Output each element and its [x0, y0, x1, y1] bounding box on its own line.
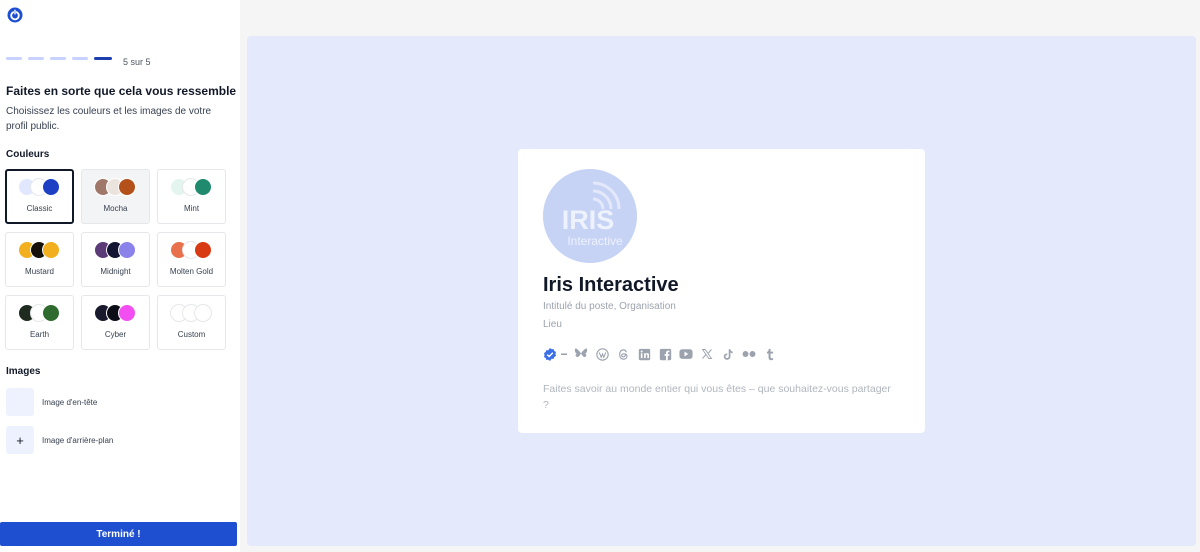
header-image-thumb[interactable] [6, 388, 34, 416]
theme-grid: Classic Mocha Mint Mustard Midnight Molten Go… [5, 169, 226, 350]
verified-dash: – [561, 348, 568, 360]
progress-steps [6, 57, 112, 60]
done-button[interactable]: Terminé ! [0, 522, 237, 546]
color-swatches [17, 241, 62, 259]
bluesky-icon[interactable] [574, 347, 588, 361]
profile-bio: Faites savoir au monde entier qui vous ê… [543, 383, 891, 411]
theme-option-classic[interactable]: Classic [5, 169, 74, 224]
profile-card: IRIS Interactive Iris Interactive Intitu… [518, 149, 925, 433]
theme-label: Cyber [104, 330, 127, 339]
theme-option-cyber[interactable]: Cyber [81, 295, 150, 350]
profile-location: Lieu [543, 319, 562, 330]
color-swatch [117, 241, 136, 259]
theme-option-earth[interactable]: Earth [5, 295, 74, 350]
color-swatches [93, 241, 138, 259]
tiktok-icon[interactable] [721, 347, 735, 361]
x-icon[interactable] [700, 347, 714, 361]
theme-option-mint[interactable]: Mint [157, 169, 226, 224]
color-swatches [93, 304, 138, 322]
theme-option-molten-gold[interactable]: Molten Gold [157, 232, 226, 287]
avatar-logo-text: IRIS [562, 205, 615, 235]
color-swatches [169, 178, 214, 196]
wordpress-icon[interactable] [595, 347, 609, 361]
theme-label: Mint [183, 204, 200, 213]
plus-icon: + [16, 432, 24, 448]
color-swatches [17, 304, 62, 322]
color-swatch [193, 178, 212, 196]
linkedin-icon[interactable] [637, 347, 651, 361]
avatar-logo-subtext: Interactive [567, 234, 623, 248]
verified-badge-icon[interactable] [543, 347, 557, 361]
power-logo-icon [6, 6, 24, 24]
app-root: 5 sur 5 Faites en sorte que cela vous re… [0, 0, 1200, 552]
header-image-option[interactable]: Image d'en-tête [6, 388, 97, 416]
theme-label: Molten Gold [169, 267, 214, 276]
progress-step [72, 57, 88, 60]
theme-label: Mocha [103, 204, 128, 213]
progress-step-current [94, 57, 112, 60]
profile-name: Iris Interactive [543, 274, 679, 296]
facebook-icon[interactable] [658, 347, 672, 361]
theme-label: Earth [29, 330, 50, 339]
theme-label: Classic [26, 204, 53, 213]
header-image-label: Image d'en-tête [42, 397, 98, 407]
page-title: Faites en sorte que cela vous ressemble [6, 84, 237, 98]
theme-option-mustard[interactable]: Mustard [5, 232, 74, 287]
profile-avatar: IRIS Interactive [543, 169, 637, 263]
color-swatch [193, 241, 212, 259]
colors-section-title: Couleurs [6, 149, 50, 160]
progress-label: 5 sur 5 [123, 57, 151, 67]
youtube-icon[interactable] [679, 347, 693, 361]
progress-step [28, 57, 44, 60]
color-swatch [193, 304, 212, 322]
theme-label: Midnight [100, 267, 131, 276]
profile-job-title: Intitulé du poste, Organisation [543, 301, 676, 312]
theme-option-midnight[interactable]: Midnight [81, 232, 150, 287]
color-swatch [41, 241, 60, 259]
theme-option-custom[interactable]: Custom [157, 295, 226, 350]
page-subtitle: Choisissez les couleurs et les images de… [6, 106, 212, 132]
color-swatch [41, 304, 60, 322]
color-swatch [117, 178, 136, 196]
color-swatch [41, 178, 60, 196]
theme-label: Mustard [25, 267, 54, 276]
sidebar: 5 sur 5 Faites en sorte que cela vous re… [0, 0, 240, 552]
progress-step [6, 57, 22, 60]
theme-option-mocha[interactable]: Mocha [81, 169, 150, 224]
progress-step [50, 57, 66, 60]
images-section-title: Images [6, 366, 41, 377]
color-swatches [17, 178, 62, 196]
threads-icon[interactable] [616, 347, 630, 361]
color-swatches [93, 178, 138, 196]
profile-preview: IRIS Interactive Iris Interactive Intitu… [247, 36, 1196, 546]
add-background-button[interactable]: + [6, 426, 34, 454]
tumblr-icon[interactable] [763, 347, 777, 361]
color-swatches [169, 241, 214, 259]
background-image-label: Image d'arrière-plan [42, 435, 114, 445]
background-image-option[interactable]: + Image d'arrière-plan [6, 426, 113, 454]
social-links: – [543, 347, 777, 361]
theme-label: Custom [177, 330, 206, 339]
color-swatches [169, 304, 214, 322]
flickr-icon[interactable] [742, 347, 756, 361]
color-swatch [117, 304, 136, 322]
